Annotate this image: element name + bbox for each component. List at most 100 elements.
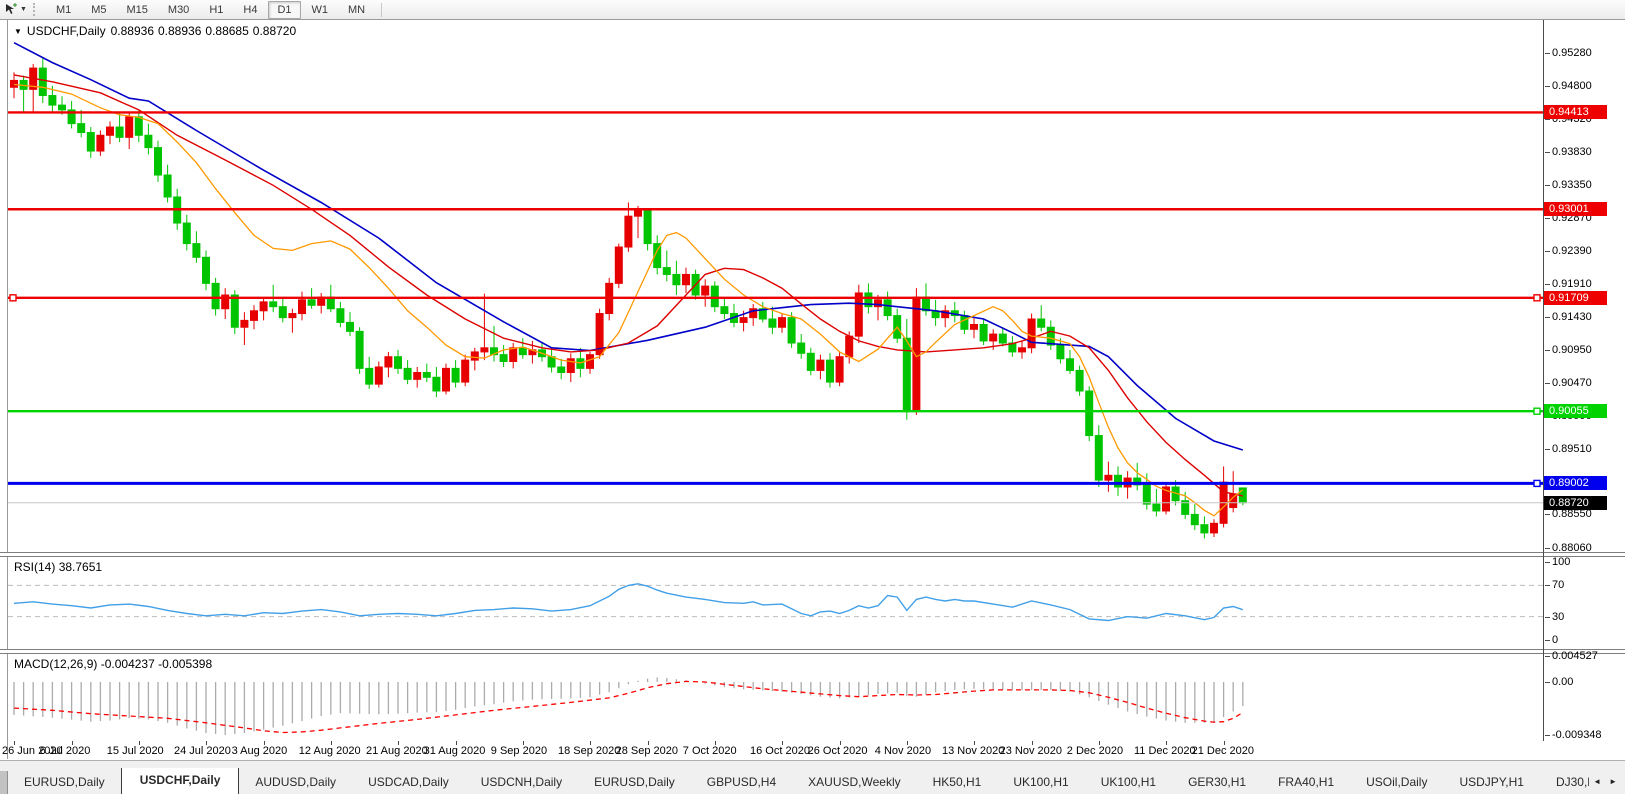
tab-ger30-h1[interactable]: GER30,H1 [1172,771,1262,794]
date-tick-label: 3 Aug 2020 [232,745,288,757]
date-tick-label: 31 Aug 2020 [424,745,486,757]
price-tick-label: 0.95280 [1545,47,1592,60]
date-tick-label: 21 Dec 2020 [1192,745,1254,757]
tab-dj30-daily[interactable]: DJ30,Daily [1540,771,1589,794]
price-tick-label: 0.92390 [1545,245,1592,258]
tab-xauusd-weekly[interactable]: XAUUSD,Weekly [792,771,916,794]
rsi-tick-label: 70 [1545,579,1564,592]
price-tick-label: 0.94800 [1545,80,1592,93]
price-line-badge: 0.90055 [1544,404,1607,418]
tab-hk50-h1[interactable]: HK50,H1 [917,771,998,794]
tabbar-edge [0,771,8,794]
chart-cursor-icon[interactable] [3,2,19,17]
price-tick-label: 0.89510 [1545,443,1592,456]
date-tick-label: 2 Dec 2020 [1067,745,1123,757]
tab-scroll-buttons: ◄ ► [1589,777,1625,794]
date-tick-label: 4 Nov 2020 [875,745,931,757]
date-tick-label: 12 Aug 2020 [299,745,361,757]
timeframe-button-h4[interactable]: H4 [234,1,266,19]
macd-label: MACD(12,26,9) -0.004237 -0.005398 [14,657,212,671]
timeframe-button-m1[interactable]: M1 [47,1,80,19]
price-tick-label: 0.93350 [1545,179,1592,192]
price-tick-label: 0.91430 [1545,311,1592,324]
price-line-badge: 0.94413 [1544,105,1607,119]
timeframe-button-mn[interactable]: MN [339,1,374,19]
price-tick-label: 0.93830 [1545,146,1592,159]
price-line-badge: 0.91709 [1544,291,1607,305]
rsi-name: RSI(14) [14,560,55,574]
tab-uk100-h1[interactable]: UK100,H1 [997,771,1084,794]
toolbar-separator [381,3,382,17]
price-chart-canvas[interactable] [8,20,1543,552]
date-tick-label: 28 Sep 2020 [616,745,678,757]
date-tick-label: 13 Nov 2020 [942,745,1004,757]
date-tick-label: 23 Nov 2020 [1000,745,1062,757]
date-tick-label: 15 Jul 2020 [107,745,164,757]
tab-fra40-h1[interactable]: FRA40,H1 [1262,771,1350,794]
tab-scroll-right-icon[interactable]: ► [1609,777,1617,786]
symbol-dropdown-icon[interactable]: ▼ [14,27,22,36]
rsi-label: RSI(14) 38.7651 [14,560,102,574]
tab-usdcnh-daily[interactable]: USDCNH,Daily [465,771,578,794]
rsi-tick-label: 100 [1545,556,1570,569]
ohlc-low: 0.88685 [205,24,248,38]
macd-name: MACD(12,26,9) [14,657,97,671]
price-tick-label: 0.88060 [1545,542,1592,555]
timeframe-button-m5[interactable]: M5 [82,1,115,19]
price-line-badge: 0.89002 [1544,476,1607,490]
price-tick-label: 0.90950 [1545,344,1592,357]
chart-symbol-label: USDCHF,Daily [27,24,106,38]
timeframe-button-d1[interactable]: D1 [268,1,300,19]
tab-uk100-h1[interactable]: UK100,H1 [1085,771,1172,794]
ohlc-high: 0.88936 [158,24,201,38]
tab-usdchf-daily[interactable]: USDCHF,Daily [121,768,240,794]
chart-title: ▼ USDCHF,Daily 0.88936 0.88936 0.88685 0… [14,24,296,38]
date-tick-label: 18 Sep 2020 [558,745,620,757]
price-line-badge: 0.93001 [1544,202,1607,216]
price-axis-border [1543,20,1544,741]
date-tick-label: 26 Oct 2020 [808,745,868,757]
macd-value: -0.004237 [101,657,155,671]
tab-eurusd-daily[interactable]: EURUSD,Daily [578,771,691,794]
timeframe-button-w1[interactable]: W1 [303,1,338,19]
price-tick-label: 0.91910 [1545,278,1592,291]
timeframe-toolbar: ▼ M1M5M15M30H1H4D1W1MN [0,0,1625,20]
rsi-panel-canvas[interactable] [8,556,1543,648]
panel-separator[interactable] [0,649,1625,654]
timeframe-button-h1[interactable]: H1 [200,1,232,19]
panel-separator[interactable] [0,552,1625,557]
tab-usdjpy-h1[interactable]: USDJPY,H1 [1443,771,1539,794]
rsi-tick-label: 30 [1545,611,1564,624]
tab-eurusd-daily[interactable]: EURUSD,Daily [8,771,121,794]
chart-tabs: EURUSD,DailyUSDCHF,DailyAUDUSD,DailyUSDC… [8,768,1589,794]
rsi-value: 38.7651 [59,560,102,574]
timeframe-button-m30[interactable]: M30 [159,1,198,19]
tab-scroll-left-icon[interactable]: ◄ [1593,777,1601,786]
date-tick-label: 21 Aug 2020 [366,745,428,757]
tab-usoil-daily[interactable]: USOil,Daily [1350,771,1443,794]
date-tick-label: 7 Oct 2020 [683,745,737,757]
ohlc-open: 0.88936 [111,24,154,38]
tab-gbpusd-h4[interactable]: GBPUSD,H4 [691,771,792,794]
date-tick-label: 11 Dec 2020 [1134,745,1196,757]
chart-tabbar: EURUSD,DailyUSDCHF,DailyAUDUSD,DailyUSDC… [0,760,1625,794]
mt4-window: ▼ M1M5M15M30H1H4D1W1MN ▼ USDCHF,Daily 0.… [0,0,1625,794]
tab-audusd-daily[interactable]: AUDUSD,Daily [239,771,352,794]
date-tick-label: 24 Jul 2020 [174,745,231,757]
date-tick-label: 9 Sep 2020 [491,745,547,757]
timeframe-buttons: M1M5M15M30H1H4D1W1MN [46,1,375,19]
macd-panel-canvas[interactable] [8,653,1543,740]
price-tick-label: 0.88550 [1545,508,1592,521]
date-tick-label: 6 Jul 2020 [40,745,91,757]
ohlc-close: 0.88720 [253,24,296,38]
macd-tick-label: 0.00 [1545,676,1573,689]
rsi-tick-label: 0 [1545,634,1558,647]
macd-tick-label: -0.009348 [1545,729,1602,742]
date-tick-label: 16 Oct 2020 [750,745,810,757]
macd-signal-value: -0.005398 [158,657,212,671]
timeframe-button-m15[interactable]: M15 [118,1,157,19]
price-tick-label: 0.90470 [1545,377,1592,390]
tab-usdcad-daily[interactable]: USDCAD,Daily [352,771,465,794]
toolbar-grip[interactable] [33,3,40,16]
dropdown-caret-icon[interactable]: ▼ [20,6,27,13]
